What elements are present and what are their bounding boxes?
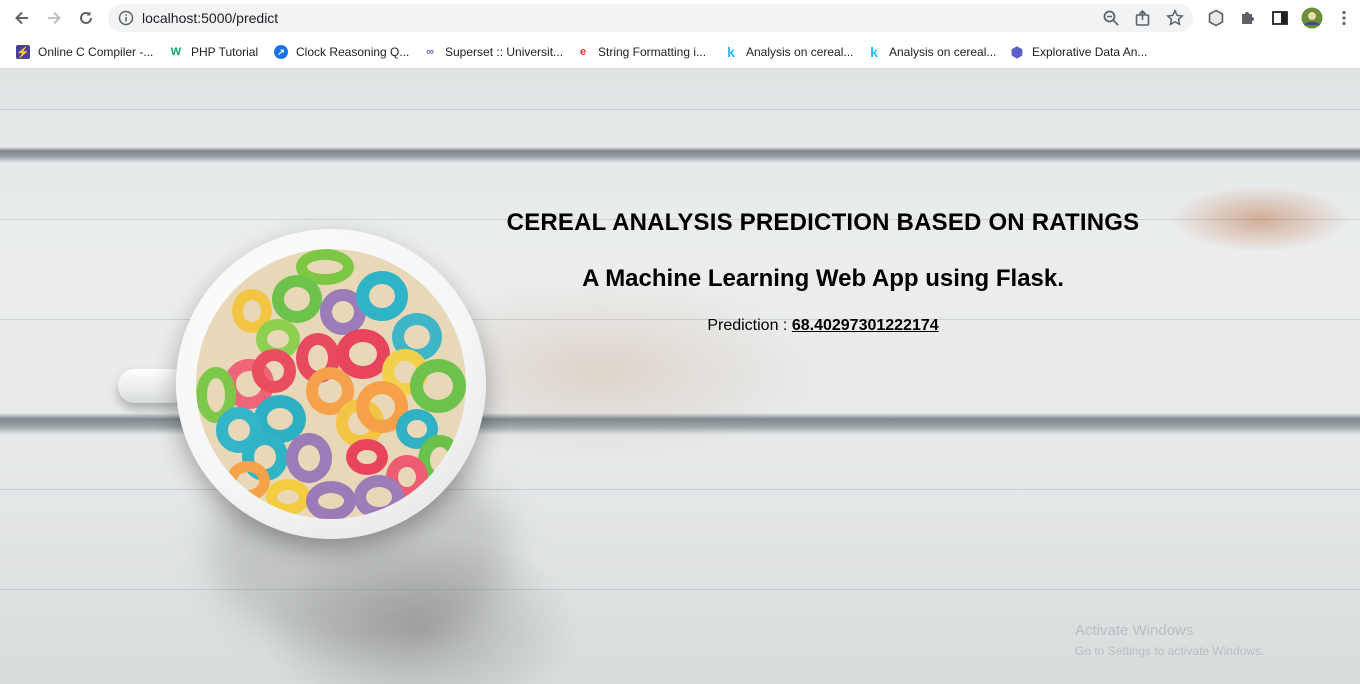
hexagon-icon: ⬢ — [1010, 43, 1024, 60]
bookmark-label: Online C Compiler -... — [38, 45, 154, 59]
back-arrow-icon[interactable] — [10, 6, 34, 30]
kaggle-icon: k — [870, 44, 878, 60]
address-bar[interactable]: localhost:5000/predict — [108, 4, 1193, 32]
page-title: CEREAL ANALYSIS PREDICTION BASED ON RATI… — [506, 209, 1140, 236]
reload-icon[interactable] — [74, 6, 98, 30]
bookmark-label: Clock Reasoning Q... — [296, 45, 410, 59]
watermark-line2: Go to Settings to activate Windows. — [1075, 644, 1265, 658]
watermark-line1: Activate Windows — [1075, 622, 1194, 639]
lightning-icon: ⚡ — [16, 45, 30, 59]
bookmark-label: Analysis on cereal... — [746, 45, 854, 59]
bookmark-php-tutorial[interactable]: W PHP Tutorial — [169, 43, 258, 61]
cereal-loop — [266, 479, 310, 515]
w3schools-icon: W — [170, 46, 182, 58]
bookmark-analysis-cereal-2[interactable]: k Analysis on cereal... — [867, 43, 996, 61]
bookmark-online-c-compiler[interactable]: ⚡ Online C Compiler -... — [16, 43, 153, 61]
cereal-loop — [226, 461, 270, 501]
e-logo-icon: e — [579, 46, 587, 58]
bookmark-label: Explorative Data An... — [1032, 45, 1148, 59]
side-panel-icon[interactable] — [1268, 6, 1292, 30]
bookmark-label: PHP Tutorial — [191, 45, 259, 59]
bookmarks-bar: ⚡ Online C Compiler -... W PHP Tutorial … — [0, 36, 1360, 69]
plank-grain — [0, 109, 1360, 110]
bookmark-superset[interactable]: ∞ Superset :: Universit... — [423, 43, 563, 61]
cereal-loop — [346, 439, 388, 475]
prediction-panel: CEREAL ANALYSIS PREDICTION BASED ON RATI… — [350, 209, 1296, 335]
bookmark-label: Superset :: Universit... — [445, 45, 564, 59]
cereal-loop — [410, 359, 466, 413]
forward-arrow-icon[interactable] — [42, 6, 66, 30]
prediction-result: Prediction : 68.40297301222174 — [350, 317, 1296, 335]
bookmark-label: Analysis on cereal... — [889, 45, 997, 59]
extensions-puzzle-icon[interactable] — [1236, 6, 1260, 30]
zoom-icon[interactable] — [1102, 9, 1120, 27]
bookmark-explorative-data[interactable]: ⬢ Explorative Data An... — [1010, 43, 1148, 61]
extension-cube-icon[interactable] — [1204, 6, 1228, 30]
prediction-value: 68.40297301222174 — [791, 317, 939, 334]
plank-grain — [0, 589, 1360, 590]
bookmark-analysis-cereal-1[interactable]: k Analysis on cereal... — [724, 43, 853, 61]
cereal-loop — [252, 349, 296, 393]
prediction-label: Prediction : — [707, 317, 788, 334]
cereal-loop — [306, 481, 356, 519]
plank-grain — [0, 489, 1360, 490]
bookmark-label: String Formatting i... — [598, 45, 707, 59]
circle-logo-icon: ↗ — [274, 45, 288, 59]
cereal-loop — [272, 275, 322, 323]
browser-toolbar: localhost:5000/predict — [0, 0, 1360, 36]
bookmark-star-icon[interactable] — [1166, 9, 1184, 27]
kaggle-icon: k — [727, 44, 735, 60]
page-subtitle: A Machine Learning Web App using Flask. — [582, 265, 1064, 292]
cereal-loop — [354, 475, 404, 519]
menu-kebab-icon[interactable] — [1332, 6, 1356, 30]
bookmark-clock-reasoning[interactable]: ↗ Clock Reasoning Q... — [274, 43, 409, 61]
share-icon[interactable] — [1134, 9, 1152, 27]
bookmark-string-formatting[interactable]: e String Formatting i... — [576, 43, 706, 61]
profile-avatar[interactable] — [1300, 6, 1324, 30]
windows-activation-watermark: Activate Windows Go to Settings to activ… — [1075, 621, 1264, 661]
page-background: CEREAL ANALYSIS PREDICTION BASED ON RATI… — [0, 69, 1360, 684]
cereal-loop — [286, 433, 332, 483]
url-text[interactable]: localhost:5000/predict — [142, 10, 278, 26]
site-info-icon[interactable] — [118, 10, 134, 26]
superset-icon: ∞ — [426, 46, 434, 58]
